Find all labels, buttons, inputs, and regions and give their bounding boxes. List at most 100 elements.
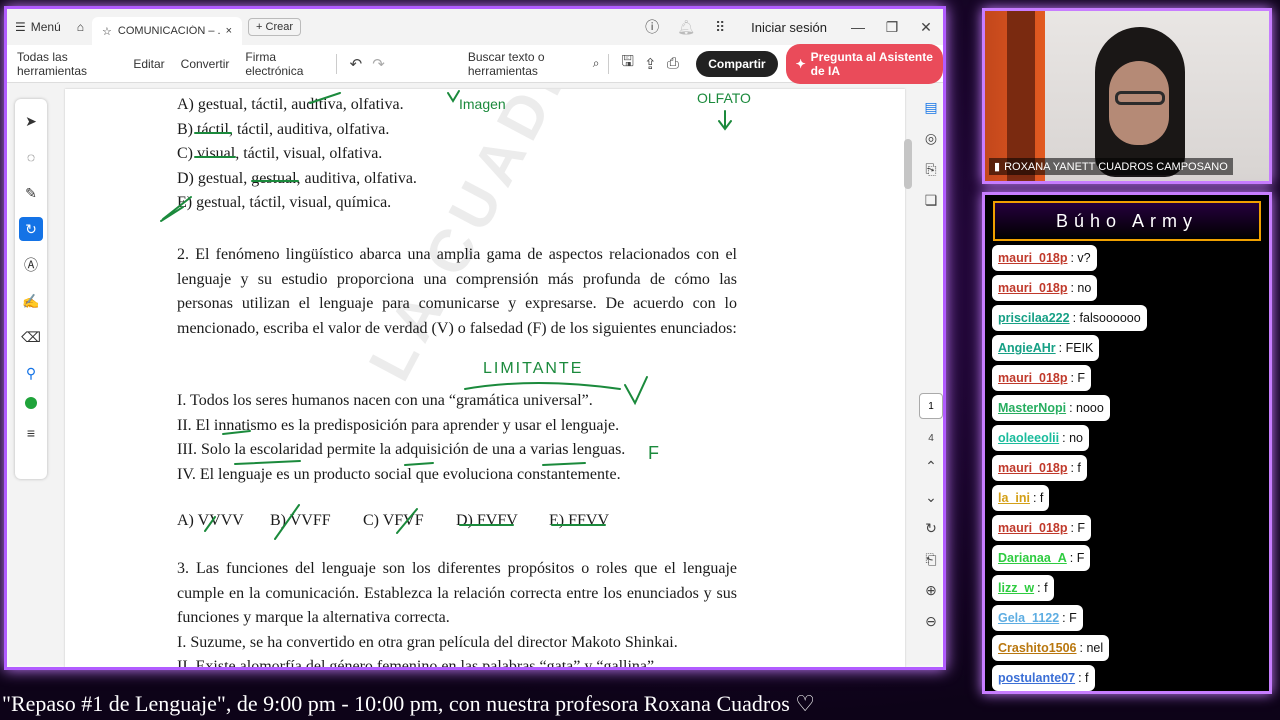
chat-username[interactable]: olaoleeolii bbox=[998, 431, 1059, 445]
chat-username[interactable]: Gela_1122 bbox=[998, 611, 1059, 625]
search-icon: ⌕ bbox=[592, 56, 600, 70]
bell-icon[interactable]: 🔔︎ bbox=[669, 19, 703, 36]
share-button[interactable]: Compartir bbox=[696, 50, 778, 77]
chat-message: priscilaa222: falsoooooo bbox=[992, 305, 1147, 331]
undo-icon[interactable]: ↶ bbox=[345, 55, 368, 73]
text-select-icon[interactable]: Ⓐ bbox=[19, 253, 43, 277]
chat-username[interactable]: lizz_w bbox=[998, 581, 1034, 595]
pin-icon[interactable]: ⚲ bbox=[19, 361, 43, 385]
convert-menu[interactable]: Convertir bbox=[173, 57, 238, 71]
help-icon[interactable]: ⓘ bbox=[635, 17, 669, 37]
print-icon[interactable]: ⎙ bbox=[662, 55, 685, 72]
esign-menu[interactable]: Firma electrónica bbox=[237, 50, 327, 78]
q2-options: A) VVVV B) VVFF C) VFVF D) FVFV E) FFVV bbox=[177, 509, 737, 534]
page-down-icon[interactable]: ⌄ bbox=[920, 489, 942, 506]
close-window-icon[interactable]: ✕ bbox=[909, 19, 943, 36]
chat-text: : nel bbox=[1079, 641, 1104, 655]
save-icon[interactable]: 🖫︎ bbox=[616, 51, 639, 76]
pages-icon[interactable]: ❏ bbox=[920, 192, 942, 209]
q2-option-a: A) VVVV bbox=[177, 512, 244, 529]
chat-message: mauri_018p: F bbox=[992, 365, 1092, 391]
right-tool-rail: ▤ ◎ ⎘ ❏ 1 4 ⌃ ⌄ ↻ ⎗ ⊕ ⊖ bbox=[917, 99, 943, 667]
q3-item-2: II. Existe alomorfía del género femenino… bbox=[177, 658, 659, 670]
chat-text: : F bbox=[1070, 521, 1086, 535]
chat-username[interactable]: Crashito1506 bbox=[998, 641, 1077, 655]
search-label: Buscar texto o herramientas bbox=[467, 49, 545, 78]
chat-username[interactable]: postulante07 bbox=[998, 671, 1075, 685]
all-tools-menu[interactable]: Todas las herramientas bbox=[7, 50, 125, 78]
chat-username[interactable]: mauri_018p bbox=[998, 371, 1067, 385]
signal-bars-icon: ▮ bbox=[994, 161, 1001, 173]
home-button[interactable]: ⌂ bbox=[69, 9, 92, 45]
acrobat-window: ☰ Menú ⌂ ☆ COMUNICACIÓN – ... × + Crear … bbox=[4, 6, 946, 670]
search-tools[interactable]: Buscar texto o herramientas ⌕ bbox=[468, 50, 600, 78]
chat-message: mauri_018p: f bbox=[992, 455, 1087, 481]
upload-icon[interactable]: ⇪ bbox=[639, 55, 662, 73]
vertical-scrollbar[interactable] bbox=[902, 89, 914, 667]
menu-label: Menú bbox=[30, 20, 61, 34]
chat-username[interactable]: MasterNopi bbox=[998, 401, 1066, 415]
ai-assistant-button[interactable]: ✦ Pregunta al Asistente de IA bbox=[785, 43, 943, 84]
chat-username[interactable]: mauri_018p bbox=[998, 461, 1067, 475]
chat-text: : nooo bbox=[1069, 401, 1104, 415]
chat-text: : F bbox=[1069, 551, 1085, 565]
refresh-icon[interactable]: ↻ bbox=[920, 520, 942, 537]
pen-icon[interactable]: ✎ bbox=[19, 181, 43, 205]
webcam-feed: ▮ ROXANA YANETT CUADROS CAMPOSANO bbox=[982, 8, 1272, 184]
color-picker[interactable] bbox=[25, 397, 37, 409]
close-tab-icon[interactable]: × bbox=[226, 25, 232, 37]
edit-menu[interactable]: Editar bbox=[125, 57, 172, 71]
chat-username[interactable]: Darianaa_A bbox=[998, 551, 1067, 565]
chat-username[interactable]: mauri_018p bbox=[998, 521, 1067, 535]
q1-option-b: B) táctil, táctil, auditiva, olfativa. bbox=[177, 120, 390, 138]
menu-button[interactable]: ☰ Menú bbox=[7, 9, 69, 45]
q3-item-1: I. Suzume, se ha convertido en otra gran… bbox=[177, 633, 678, 651]
q2-option-b: B) VVFF bbox=[270, 512, 331, 529]
chat-message: Gela_1122: F bbox=[992, 605, 1083, 631]
chat-message: la_ini: f bbox=[992, 485, 1050, 511]
select-cursor-icon[interactable]: ➤ bbox=[19, 109, 43, 133]
comment-icon[interactable]: ◌ bbox=[19, 145, 43, 169]
highlight-icon[interactable]: ✍ bbox=[19, 289, 43, 313]
chat-text: : FEIK bbox=[1058, 341, 1094, 355]
chat-panel: Búho Army mauri_018p: v? mauri_018p: no pr… bbox=[982, 192, 1272, 694]
zoom-in-icon[interactable]: ⊕ bbox=[920, 582, 942, 599]
q1-option-c: C) visual, táctil, visual, olfativa. bbox=[177, 145, 383, 162]
star-icon[interactable]: ☆ bbox=[102, 25, 112, 38]
chat-message: Crashito1506: nel bbox=[992, 635, 1110, 661]
scroll-thumb[interactable] bbox=[904, 139, 912, 189]
tab-title: COMUNICACIÓN – ... bbox=[117, 25, 220, 37]
q2-option-d: D) FVFV bbox=[456, 512, 518, 529]
document-tab[interactable]: ☆ COMUNICACIÓN – ... × bbox=[92, 17, 243, 45]
chat-username[interactable]: mauri_018p bbox=[998, 281, 1067, 295]
chat-text: : f bbox=[1032, 491, 1044, 505]
comments-icon[interactable]: ◎ bbox=[920, 130, 942, 147]
apps-icon[interactable]: ⠿ bbox=[703, 19, 737, 36]
q2-option-e: E) FFVV bbox=[549, 512, 610, 529]
question-2: 2. El fenómeno lingüístico abarca una am… bbox=[177, 243, 737, 341]
chat-text: : no bbox=[1070, 281, 1092, 295]
chat-username[interactable]: priscilaa222 bbox=[998, 311, 1070, 325]
minimize-icon[interactable]: — bbox=[841, 19, 875, 35]
more-tools-icon[interactable]: ≡ bbox=[19, 421, 43, 445]
new-tab-label: Crear bbox=[265, 21, 294, 33]
fit-page-icon[interactable]: ⎗ bbox=[920, 551, 942, 568]
redo-icon[interactable]: ↷ bbox=[367, 55, 390, 73]
bookmark-icon[interactable]: ⎘ bbox=[920, 161, 942, 178]
window-controls: ⓘ 🔔︎ ⠿ Iniciar sesión — ❐ ✕ bbox=[635, 9, 943, 45]
signin-link[interactable]: Iniciar sesión bbox=[737, 20, 841, 35]
chat-username[interactable]: AngieAHr bbox=[998, 341, 1056, 355]
chat-text: : f bbox=[1078, 671, 1089, 685]
zoom-out-icon[interactable]: ⊖ bbox=[920, 613, 942, 630]
chat-username[interactable]: mauri_018p bbox=[998, 251, 1067, 265]
new-tab-button[interactable]: + Crear bbox=[248, 18, 302, 36]
freehand-draw-icon[interactable]: ↻ bbox=[19, 217, 43, 241]
chat-message: Darianaa_A: F bbox=[992, 545, 1091, 571]
chat-username[interactable]: la_ini bbox=[998, 491, 1030, 505]
eraser-icon[interactable]: ⌫ bbox=[19, 325, 43, 349]
restore-icon[interactable]: ❐ bbox=[875, 19, 909, 36]
page-number-input[interactable]: 1 bbox=[919, 393, 943, 419]
ai-panel-icon[interactable]: ▤ bbox=[920, 99, 942, 116]
webcam-door-shadow bbox=[1007, 11, 1035, 181]
page-up-icon[interactable]: ⌃ bbox=[920, 458, 942, 475]
